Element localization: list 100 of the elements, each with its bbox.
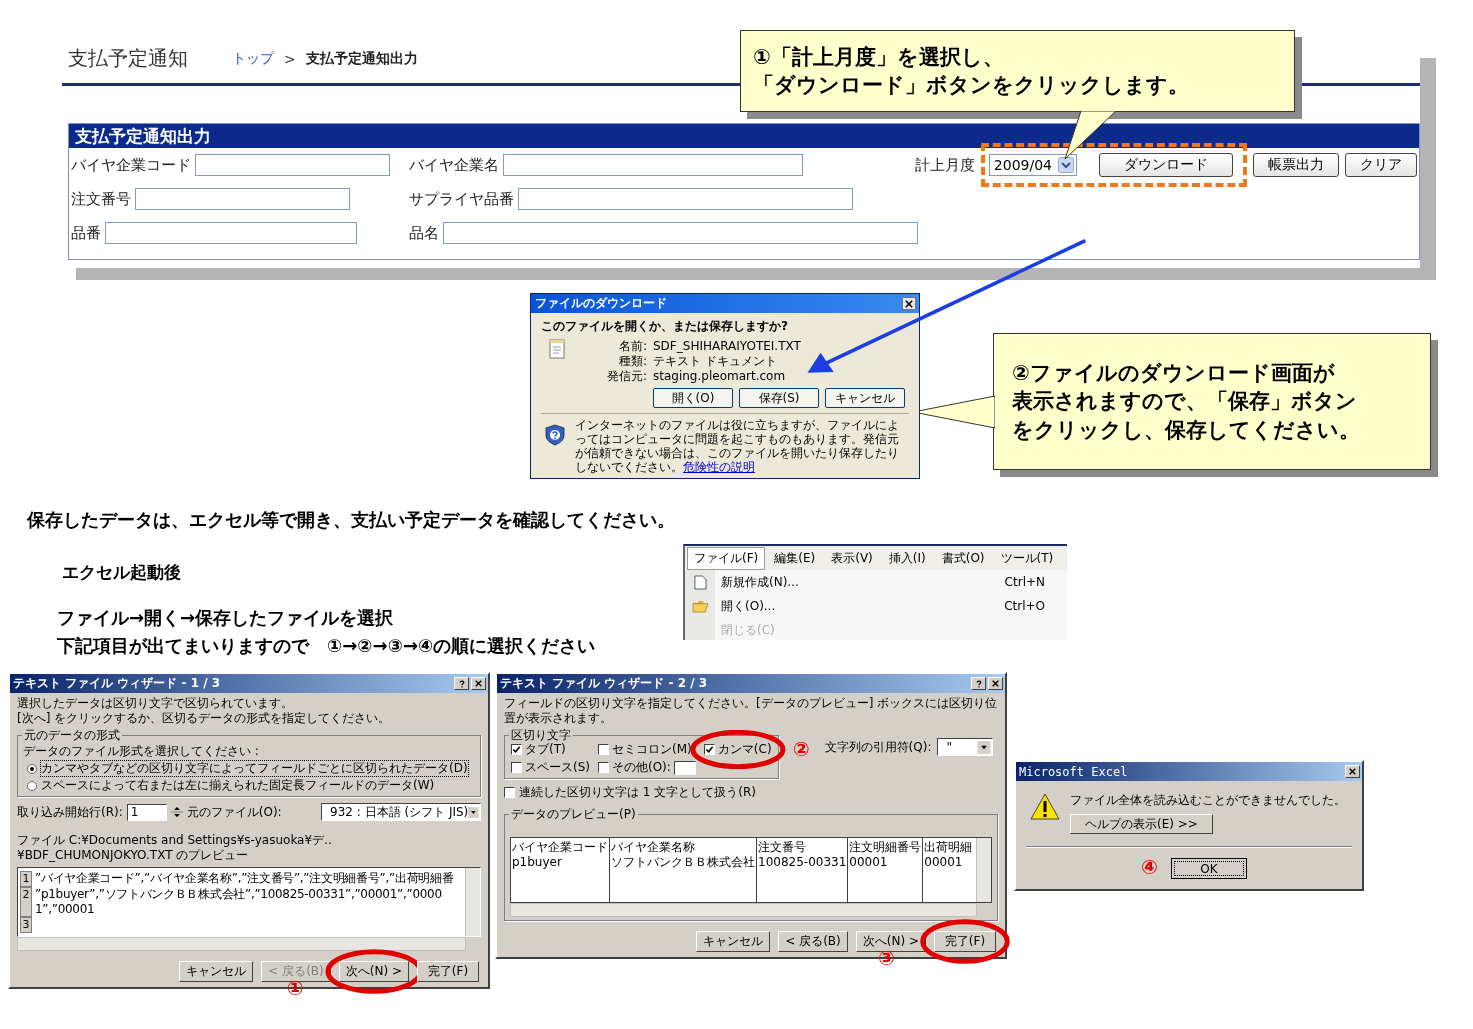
field-label: 注文番号 [71,189,131,209]
menu-bar-item[interactable]: 書式(O) [934,546,992,570]
field-label: 取り込み開始行(R): [17,804,123,820]
checkbox[interactable] [598,762,609,773]
breadcrumb-link[interactable]: トップ [232,49,274,68]
form-button[interactable]: クリア [1345,153,1417,177]
dialog-button[interactable]: キャンセル [179,961,254,982]
spinner-icon[interactable] [170,804,183,820]
column-header: 注文明細番号 [849,840,922,855]
close-icon [1349,768,1356,775]
warning-text: インターネットのファイルは役に立ちますが、ファイルによってはコンピュータに問題を起こすものもあります。発信元が信頼できない場合は、このファイルを開いたり保存したりしないでください。危険性の説明 [575,418,900,474]
form-button[interactable]: 帳票出力 [1253,153,1339,177]
help-button[interactable]: ヘルプの表示(E) >> [1070,814,1213,834]
checkbox[interactable] [511,744,522,755]
column-header: 注文番号 [758,840,807,855]
download-button[interactable]: ダウンロード [1099,153,1233,177]
checkbox[interactable] [598,744,609,755]
field-label: 元のファイル(O): [186,804,282,820]
dialog-button[interactable]: キャンセル [825,388,905,408]
preview-label: ファイル C:¥Documents and Settings¥s-yasuoka¥デ..¥BDF_CHUMONJOKYO.TXT のプレビュー [17,833,333,863]
input-field[interactable] [518,188,853,210]
input-field[interactable] [135,188,350,210]
new-document-icon [693,574,707,590]
input-field[interactable] [673,760,696,775]
warning-icon [1030,793,1060,821]
dialog-button[interactable]: 開く(O) [653,388,733,408]
scrollbar[interactable] [510,903,977,917]
detail-label: 発信元: [605,369,647,384]
radio-button[interactable] [27,763,37,774]
step-number: ④ [1141,856,1158,878]
detail-value: staging.pleomart.com [653,369,787,384]
dialog-button[interactable]: 完了(F) [934,931,996,952]
menu-bar-item[interactable]: 表示(V) [824,546,880,570]
dialog-button[interactable]: 次へ(N) > [855,931,926,952]
table-cell: ソフトバンクＢＢ株式会社 [611,855,755,870]
field-label: サプライヤ品番 [409,189,514,209]
instruction-text: ファイル→開く→保存したファイルを選択 [57,606,394,630]
callout-text: 表示されますので、「保存」ボタン [1012,388,1358,416]
callout-text: 「ダウンロード」ボタンをクリックします。 [753,72,1190,99]
checkbox[interactable] [511,762,522,773]
month-select[interactable]: 2009/04 [988,154,1077,176]
checkbox[interactable] [703,744,715,755]
dialog-text: データのファイル形式を選択してください : [23,744,260,759]
checkbox[interactable] [504,787,515,798]
dialog-question: このファイルを開くか、または保存しますか? [541,318,789,335]
radio-label: スペースによって右または左に揃えられた固定長フィールドのデータ(W) [41,778,435,793]
close-icon [992,680,999,687]
dialog-button[interactable]: < 戻る(B) [778,931,848,952]
dropdown[interactable]: " [937,738,994,756]
scrollbar[interactable] [17,937,466,951]
close-button[interactable] [902,297,916,310]
detail-value: テキスト ドキュメント [653,354,778,369]
breadcrumb-current: 支払予定通知出力 [305,49,418,68]
input-field[interactable] [105,222,357,244]
table-cell-text: p1buyer [512,855,563,870]
table-cell: 100825-00331 [758,855,847,870]
dialog-button[interactable]: 次へ(N) > [338,961,409,982]
dialog-button[interactable]: キャンセル [696,931,771,952]
field-label: 文字列の引用符(Q): [824,739,932,755]
input-field[interactable] [503,154,803,176]
menu-bar-item[interactable]: 編集(E) [767,546,823,570]
column-header: バイヤ企業名称 [611,840,696,855]
help-button[interactable] [454,677,469,690]
detail-label: 種類: [617,354,647,369]
input-field[interactable] [195,154,390,176]
radio-button[interactable] [27,780,37,791]
dialog-title: Microsoft Excel [1019,764,1128,779]
ok-button[interactable]: OK [1171,858,1247,879]
close-icon [475,680,482,687]
dialog-text: 選択したデータは区切り文字で区切られています。 [17,696,294,711]
field-label: バイヤ企業コード [71,155,191,175]
dialog-button[interactable]: 保存(S) [739,388,819,408]
checkbox-label: スペース(S) [525,760,590,775]
menu-bar-item[interactable]: 挿入(I) [881,546,933,570]
dialog-button[interactable]: 完了(F) [417,961,479,982]
number-field[interactable]: 1 [126,803,167,821]
detail-label: 名前: [617,339,647,354]
help-link[interactable]: 危険性の説明 [683,460,755,474]
line-number: 2 [20,887,32,917]
callout-text: ①「計上月度」を選択し、 [753,43,1005,71]
checkbox-label: タブ(T) [525,742,566,757]
menu-bar-item[interactable]: ファイル(F) [687,546,766,570]
dropdown[interactable]: 932 : 日本語 (シフト JIS) [321,803,481,821]
callout-text: ②ファイルのダウンロード画面が [1012,360,1336,387]
callout-text: をクリックし、保存してください。 [1012,416,1361,444]
menu-bar-item[interactable]: ツール(T) [993,546,1061,570]
dialog-title: ファイルのダウンロード [535,295,667,312]
scrollbar[interactable] [976,838,991,902]
menu-item[interactable]: 開く(O)... Ctrl+O [685,594,1067,618]
shield-icon [545,424,565,446]
folder-icon [691,599,709,613]
help-button[interactable] [971,677,986,690]
scrollbar[interactable] [465,868,480,936]
field-label: 品番 [71,223,101,243]
menu-item[interactable]: 新規作成(N)... Ctrl+N [685,570,1067,594]
group-label: 元のデータの形式 [22,728,122,743]
checkbox-label: カンマ(C) [717,742,772,757]
input-field[interactable] [443,222,918,244]
checkbox-label: セミコロン(M) [612,742,692,757]
breadcrumb-separator: > [284,50,296,67]
